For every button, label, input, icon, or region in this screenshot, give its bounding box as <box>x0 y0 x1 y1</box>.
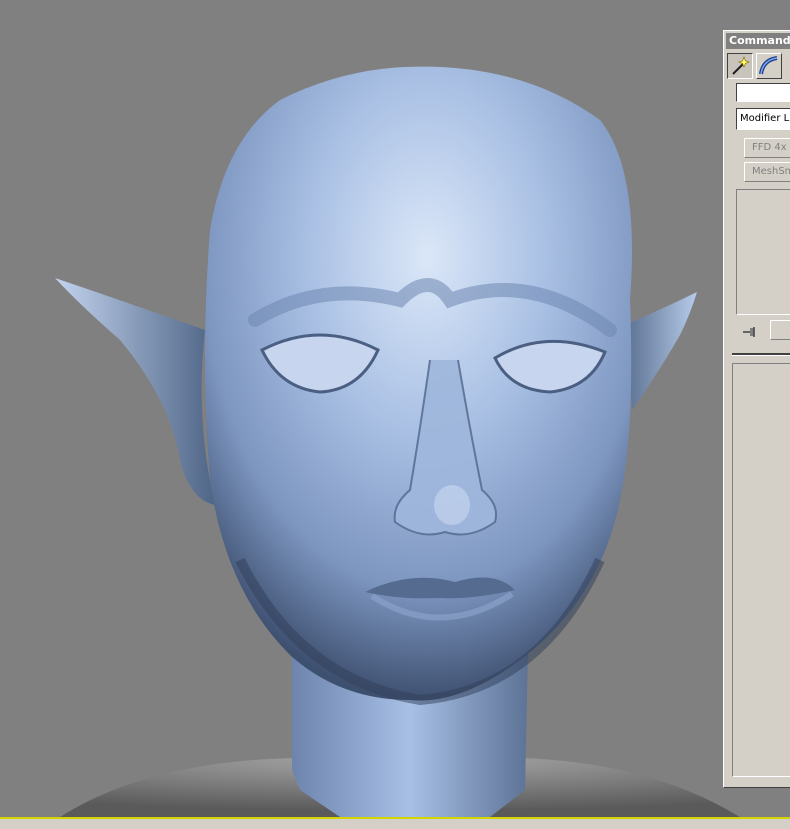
meshsmooth-modifier-button[interactable]: MeshSm <box>744 162 790 182</box>
modifier-list-dropdown[interactable]: Modifier Lis <box>736 108 790 130</box>
left-ear <box>55 278 215 505</box>
ffd-modifier-button[interactable]: FFD 4x <box>744 138 790 158</box>
right-ear <box>625 292 697 410</box>
panel-separator <box>732 353 790 356</box>
show-end-result-button[interactable] <box>770 320 790 340</box>
pin-stack-icon[interactable] <box>742 323 758 337</box>
parameters-rollout <box>732 363 790 777</box>
object-name-field[interactable] <box>736 83 790 102</box>
modify-bend-icon <box>757 56 781 82</box>
elf-head-model <box>55 66 740 817</box>
command-panel: Command Modifier Lis FFD 4x MeshSm <box>723 30 790 788</box>
create-wand-icon <box>728 56 752 82</box>
modify-tab[interactable] <box>756 53 782 79</box>
perspective-viewport[interactable] <box>0 0 790 817</box>
create-tab[interactable] <box>727 53 753 79</box>
bottom-toolbar <box>0 819 790 829</box>
command-panel-title: Command <box>726 33 790 49</box>
modifier-stack-list[interactable] <box>736 189 790 315</box>
